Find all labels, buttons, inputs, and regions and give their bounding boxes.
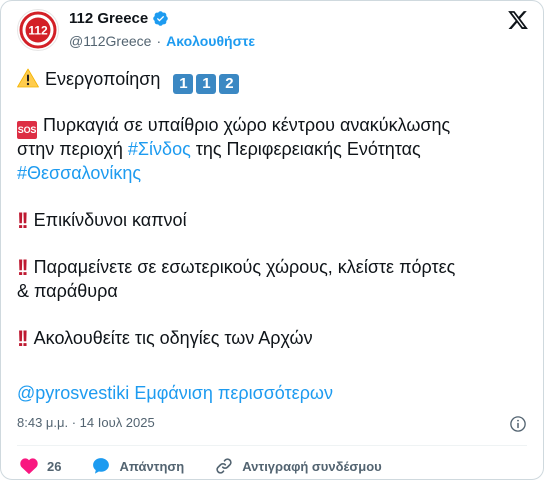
mention-row: @pyrosvestiki Εμφάνιση περισσότερων xyxy=(17,381,333,405)
tweet-line: στην περιοχή #Σίνδος της Περιφερειακής Ε… xyxy=(17,137,537,161)
keycap: 1 xyxy=(173,74,194,94)
area-text-pre: στην περιοχή xyxy=(17,139,128,159)
handle-row: @112Greece · Ακολουθήστε xyxy=(69,33,255,49)
double-exclamation-icon: !! xyxy=(17,326,29,351)
divider xyxy=(17,445,527,446)
keycap: 1 xyxy=(196,74,217,94)
tweet-text: Ενεργοποίηση 112 SOS Πυρκαγιά σε υπαίθριο… xyxy=(17,67,537,351)
mention-pyrosvestiki[interactable]: @pyrosvestiki xyxy=(17,383,129,403)
display-name[interactable]: 112 Greece xyxy=(69,10,148,27)
like-count: 26 xyxy=(47,458,62,474)
hashtag-thessaloniki[interactable]: #Θεσσαλονίκης xyxy=(17,163,141,183)
follow-instructions-text: Ακολουθείτε τις οδηγίες των Αρχών xyxy=(33,328,313,348)
smoke-warning-text: Επικίνδυνοι καπνοί xyxy=(33,210,187,230)
windows-text: & παράθυρα xyxy=(17,281,118,301)
tweet-line: !! Παραμείνετε σε εσωτερικούς χώρους, κλε… xyxy=(17,255,537,280)
keycap: 2 xyxy=(219,74,240,94)
x-logo-icon[interactable] xyxy=(507,9,529,31)
tweet-line: Ενεργοποίηση 112 xyxy=(17,67,537,94)
double-exclamation-icon: !! xyxy=(17,255,29,280)
action-bar: 26 Απάντηση Αντιγραφή συνδέσμου xyxy=(19,456,382,476)
avatar-text: 112 xyxy=(28,24,48,38)
verified-badge-icon xyxy=(153,11,169,26)
info-icon[interactable] xyxy=(509,415,527,433)
tweet-line: !! Επικίνδυνοι καπνοί xyxy=(17,208,537,233)
tweet-line: !! Ακολουθείτε τις οδηγίες των Αρχών xyxy=(17,326,537,351)
tweet-card: 112 112 Greece @112Greece · Ακολουθήστε … xyxy=(0,0,544,480)
avatar[interactable]: 112 xyxy=(17,9,59,51)
area-text-post: της Περιφερειακής Ενότητας xyxy=(190,139,421,159)
tweet-line: #Θεσσαλονίκης xyxy=(17,161,537,185)
copy-link-label: Αντιγραφή συνδέσμου xyxy=(242,458,382,474)
heart-icon xyxy=(20,458,38,475)
link-icon xyxy=(216,458,232,474)
handle[interactable]: @112Greece xyxy=(69,33,151,49)
reply-label: Απάντηση xyxy=(119,458,185,474)
hashtag-sindos[interactable]: #Σίνδος xyxy=(128,139,191,159)
author-name-row: 112 Greece xyxy=(69,10,169,27)
reply-button[interactable]: Απάντηση xyxy=(91,456,184,476)
stay-indoors-text: Παραμείνετε σε εσωτερικούς χώρους, κλείσ… xyxy=(33,257,456,277)
show-more-link[interactable]: Εμφάνιση περισσότερων xyxy=(134,383,333,403)
copy-link-button[interactable]: Αντιγραφή συνδέσμου xyxy=(214,456,382,476)
warning-icon xyxy=(17,68,39,88)
reply-bubble-icon xyxy=(93,458,110,474)
double-exclamation-icon: !! xyxy=(17,208,29,233)
separator-dot: · xyxy=(156,33,162,49)
like-button[interactable]: 26 xyxy=(19,456,61,476)
fire-text: Πυρκαγιά σε υπαίθριο χώρο κέντρου ανακύκ… xyxy=(43,115,451,135)
follow-button[interactable]: Ακολουθήστε xyxy=(166,33,255,49)
tweet-line: & παράθυρα xyxy=(17,279,537,303)
timestamp[interactable]: 8:43 μ.μ. · 14 Ιουλ 2025 xyxy=(17,415,155,430)
tweet-line: SOS Πυρκαγιά σε υπαίθριο χώρο κέντρου ανα… xyxy=(17,113,537,139)
activation-text: Ενεργοποίηση xyxy=(45,69,161,89)
